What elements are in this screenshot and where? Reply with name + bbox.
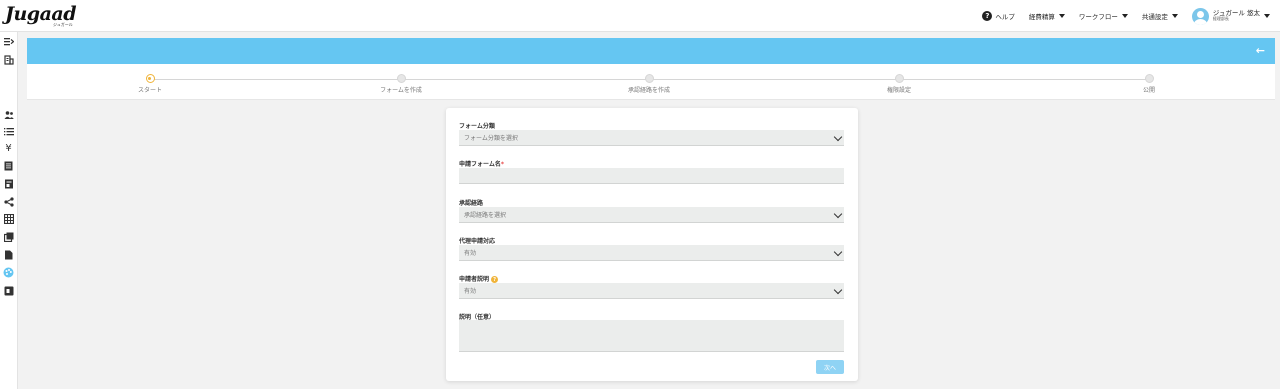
step-label: 公開 xyxy=(1142,87,1155,94)
app-logo-subtitle: ジュガール xyxy=(53,22,73,27)
required-mark: * xyxy=(500,161,504,168)
proxy-select[interactable]: 有効 xyxy=(459,245,844,261)
form-name-input[interactable] xyxy=(459,168,844,184)
step-start[interactable]: スタート xyxy=(90,74,210,94)
explanation-label: 申請者説明? xyxy=(459,274,499,283)
chevron-down-icon xyxy=(1121,14,1128,18)
route-select[interactable]: 承認経路を選択 xyxy=(459,207,844,223)
file-icon[interactable] xyxy=(3,249,14,260)
help-icon[interactable]: ? xyxy=(491,276,499,283)
route-label: 承認経路 xyxy=(459,200,484,207)
step-dot xyxy=(1144,74,1154,83)
user-menu[interactable]: ジュガール 悠太 経理部長 xyxy=(1191,7,1270,25)
step-dot-active xyxy=(145,74,155,83)
category-select[interactable]: フォーム分類を選択 xyxy=(459,130,844,146)
step-label: 権限設定 xyxy=(886,87,911,94)
chevron-down-icon xyxy=(833,247,843,257)
step-label: フォームを作成 xyxy=(380,87,422,94)
chevron-down-icon xyxy=(1058,14,1065,18)
step-dot xyxy=(644,74,654,83)
common-settings-menu[interactable]: 共通設定 xyxy=(1142,11,1178,21)
building-icon[interactable] xyxy=(3,54,14,65)
report-icon[interactable] xyxy=(3,178,14,189)
step-label: スタート xyxy=(137,87,162,94)
next-button[interactable]: 次へ xyxy=(816,360,844,374)
form-name-label: 申請フォーム名* xyxy=(459,161,504,168)
description-textarea[interactable] xyxy=(459,320,844,352)
copy-icon[interactable] xyxy=(3,231,14,242)
grid-icon[interactable] xyxy=(3,213,14,224)
users-icon[interactable] xyxy=(3,109,14,120)
help-icon: ? xyxy=(982,11,993,21)
back-arrow-icon[interactable]: ← xyxy=(1256,44,1265,57)
avatar xyxy=(1191,7,1209,25)
yen-icon[interactable]: ¥ xyxy=(3,143,14,154)
workflow-label: ワークフロー xyxy=(1078,13,1118,21)
step-dot xyxy=(396,74,406,83)
route-select-value: 承認経路を選択 xyxy=(464,212,507,219)
workflow-menu[interactable]: ワークフロー xyxy=(1079,11,1128,21)
user-role: 経理部長 xyxy=(1212,16,1229,22)
help-menu[interactable]: ? ヘルプ xyxy=(982,11,1015,21)
explanation-select-value: 有効 xyxy=(464,288,477,295)
common-settings-label: 共通設定 xyxy=(1141,13,1168,21)
step-create-form[interactable]: フォームを作成 xyxy=(341,74,461,94)
chevron-down-icon xyxy=(1171,14,1178,18)
chevron-down-icon xyxy=(833,209,843,219)
step-create-route[interactable]: 承認経路を作成 xyxy=(589,74,709,94)
share-icon[interactable] xyxy=(3,196,14,207)
top-nav: ? ヘルプ 経費精算 ワークフロー 共通設定 ジュガール 悠太 経理部長 xyxy=(982,0,1280,32)
form-card: フォーム分類 フォーム分類を選択 申請フォーム名* 承認経路 承認経路を選択 代… xyxy=(446,108,858,381)
sidebar: ¥ xyxy=(0,32,18,389)
category-label: フォーム分類 xyxy=(459,123,495,130)
document-icon[interactable] xyxy=(3,160,14,171)
chevron-down-icon xyxy=(833,285,843,295)
menu-expand-icon[interactable] xyxy=(3,36,14,47)
category-select-value: フォーム分類を選択 xyxy=(464,135,518,142)
step-publish[interactable]: 公開 xyxy=(1089,74,1209,94)
proxy-select-value: 有効 xyxy=(464,250,477,257)
top-bar: Jugaad ジュガール ? ヘルプ 経費精算 ワークフロー 共通設定 ジュガー… xyxy=(0,0,1280,32)
step-dot xyxy=(894,74,904,83)
expense-label: 経費精算 xyxy=(1028,13,1055,21)
expense-menu[interactable]: 経費精算 xyxy=(1029,11,1065,21)
card-icon[interactable] xyxy=(3,285,14,296)
explanation-select[interactable]: 有効 xyxy=(459,283,844,299)
chevron-down-icon xyxy=(1264,14,1270,18)
chevron-down-icon xyxy=(833,132,843,142)
list-icon[interactable] xyxy=(3,126,14,137)
step-permissions[interactable]: 権限設定 xyxy=(839,74,959,94)
palette-icon[interactable] xyxy=(3,267,14,278)
stepper: スタート フォームを作成 承認経路を作成 権限設定 公開 xyxy=(27,64,1275,100)
page-header-bar: ← xyxy=(27,38,1275,64)
step-label: 承認経路を作成 xyxy=(627,87,670,94)
help-label: ヘルプ xyxy=(995,13,1015,21)
proxy-label: 代理申請対応 xyxy=(459,238,496,245)
